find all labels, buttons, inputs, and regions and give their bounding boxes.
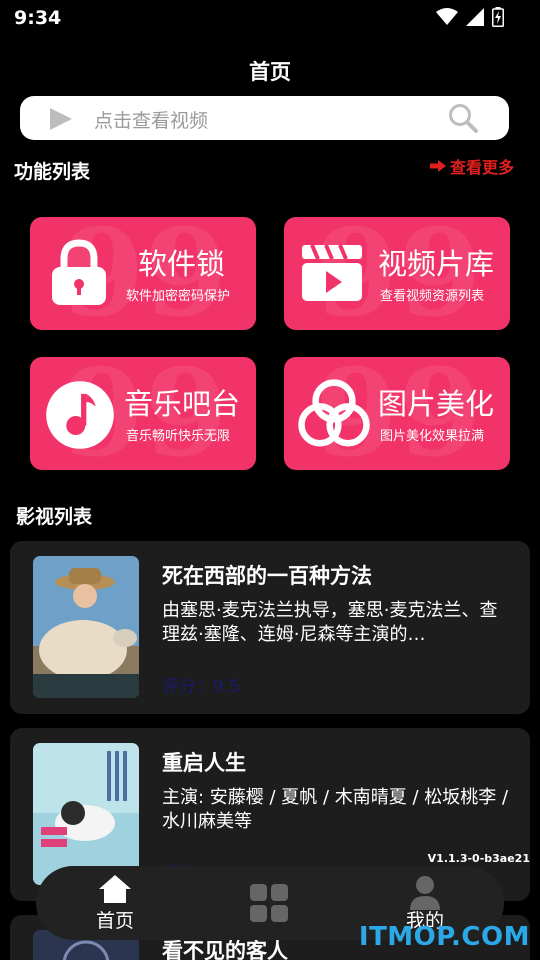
search-bar[interactable]: 点击查看视频 (20, 96, 509, 140)
nav-item-category[interactable] (215, 866, 325, 940)
version-label: V1.1.3-0-b3ae21 (427, 852, 530, 865)
func-card-title: 软件锁 (138, 247, 226, 281)
user-icon (410, 876, 440, 910)
func-card-music-bar[interactable]: 99 音乐吧台 音乐畅听快乐无限 (30, 357, 256, 470)
home-icon (99, 875, 131, 903)
status-time: 9:34 (14, 7, 62, 29)
functions-section-title: 功能列表 (14, 161, 91, 183)
func-card-image-beautify[interactable]: 99 图片美化 图片美化效果拉满 (284, 357, 510, 470)
movie-title: 死在西部的一百种方法 (162, 564, 372, 588)
status-bar: 9:34 (0, 0, 540, 36)
nav-item-home[interactable]: 首页 (60, 866, 170, 940)
movies-section-title: 影视列表 (16, 506, 93, 528)
search-input[interactable]: 点击查看视频 (94, 106, 208, 133)
movie-poster (33, 743, 139, 885)
func-card-title: 图片美化 (378, 387, 495, 421)
lock-icon (52, 239, 106, 305)
func-card-subtitle: 图片美化效果拉满 (380, 429, 485, 444)
arrow-right-icon (429, 160, 446, 172)
wifi-icon (436, 8, 458, 25)
func-card-software-lock[interactable]: 99 软件锁 软件加密密码保护 (30, 217, 256, 330)
search-icon[interactable] (447, 102, 479, 134)
play-icon (50, 108, 72, 130)
func-card-subtitle: 查看视频资源列表 (380, 289, 485, 304)
watermark: ITMOP.COM (358, 922, 530, 952)
status-icons (436, 7, 504, 27)
movie-description: 主演: 安藤樱 / 夏帆 / 木南晴夏 / 松坂桃李 / 水川麻美等 (162, 787, 509, 832)
nav-label: 首页 (95, 910, 134, 932)
grid-icon (250, 884, 288, 922)
func-card-title: 音乐吧台 (124, 387, 241, 421)
page-title: 首页 (249, 60, 291, 84)
movie-poster (33, 556, 139, 698)
battery-icon (492, 7, 504, 27)
signal-icon (466, 8, 484, 26)
func-card-subtitle: 音乐畅听快乐无限 (126, 429, 231, 444)
movie-score: 评分：9.5 (162, 677, 241, 697)
clapperboard-icon (302, 244, 362, 301)
func-card-title: 视频片库 (378, 247, 495, 281)
movie-title: 重启人生 (162, 751, 246, 775)
func-card-video-library[interactable]: 99 视频片库 查看视频资源列表 (284, 217, 510, 330)
see-more-label: 查看更多 (449, 158, 514, 177)
music-note-icon (46, 381, 114, 449)
func-card-subtitle: 软件加密密码保护 (126, 289, 231, 304)
see-more-link[interactable]: 查看更多 (429, 154, 514, 178)
movie-description: 由塞思·麦克法兰执导，塞思·麦克法兰、查理兹·塞隆、连姆·尼森等主演的… (162, 600, 498, 645)
filter-circles-icon (298, 379, 370, 447)
movie-card[interactable]: 死在西部的一百种方法 由塞思·麦克法兰执导，塞思·麦克法兰、查理兹·塞隆、连姆·… (10, 541, 530, 714)
